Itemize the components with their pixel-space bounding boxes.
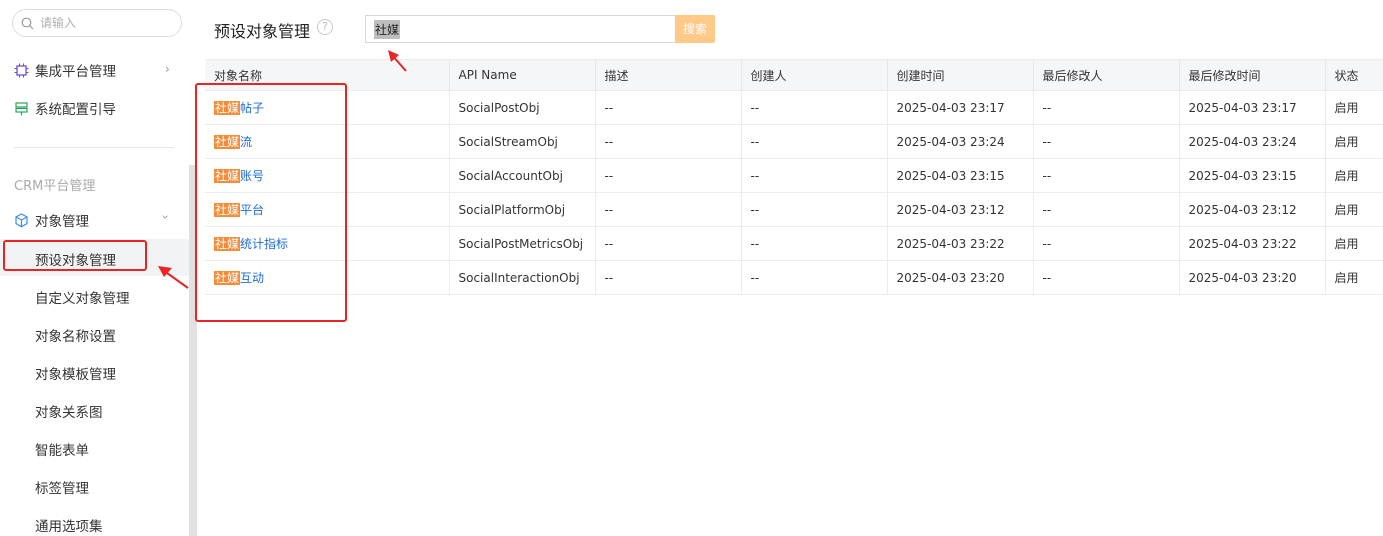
sidebar-divider	[14, 147, 174, 148]
chip-icon	[14, 63, 29, 77]
creator-cell: --	[741, 226, 888, 261]
column-header[interactable]: 创建时间	[887, 59, 1034, 91]
sidebar-search[interactable]	[12, 9, 182, 37]
description-cell: --	[595, 226, 742, 261]
description-cell: --	[595, 124, 742, 159]
api-name-cell: SocialPostObj	[449, 90, 596, 125]
description-cell: --	[595, 192, 742, 227]
status-cell: 启用	[1325, 226, 1383, 261]
creator-cell: --	[741, 124, 888, 159]
search-button[interactable]: 搜索	[675, 15, 715, 43]
status-cell: 启用	[1325, 158, 1383, 193]
description-cell: --	[595, 158, 742, 193]
creator-cell: --	[741, 192, 888, 227]
column-header[interactable]: 创建人	[741, 59, 888, 91]
modified-time-cell: 2025-04-03 23:15	[1179, 158, 1326, 193]
signpost-icon	[15, 101, 28, 115]
creator-cell: --	[741, 260, 888, 295]
table-row: 社媒帖子 SocialPostObj -- -- 2025-04-03 23:1…	[205, 90, 1383, 125]
sidebar-item-config-guide[interactable]: 系统配置引导	[14, 96, 116, 120]
modifier-cell: --	[1033, 124, 1180, 159]
sidebar-item-tags[interactable]: 标签管理	[35, 477, 89, 497]
created-time-cell: 2025-04-03 23:15	[887, 158, 1034, 193]
modified-time-cell: 2025-04-03 23:12	[1179, 192, 1326, 227]
sidebar-item-label: 系统配置引导	[35, 102, 116, 118]
sidebar-group-object-management[interactable]: 对象管理	[14, 208, 89, 232]
sidebar-item-label: 集成平台管理	[35, 64, 116, 80]
sidebar-item-custom-objects[interactable]: 自定义对象管理	[35, 287, 130, 307]
status-cell: 启用	[1325, 124, 1383, 159]
table-row: 社媒流 SocialStreamObj -- -- 2025-04-03 23:…	[205, 124, 1383, 159]
objects-table: 对象名称 API Name 描述 创建人 创建时间 最后修改人 最后修改时间 状…	[205, 59, 1383, 295]
table-row: 社媒统计指标 SocialPostMetricsObj -- -- 2025-0…	[205, 226, 1383, 261]
annotation-arrow-icon	[158, 266, 189, 289]
status-cell: 启用	[1325, 192, 1383, 227]
modifier-cell: --	[1033, 226, 1180, 261]
app-root: 集成平台管理 › 系统配置引导 CRM平台管理 对象管理 › 预设对象管理 自定…	[0, 0, 1383, 536]
annotation-box-names	[195, 83, 347, 322]
modifier-cell: --	[1033, 90, 1180, 125]
api-name-cell: SocialInteractionObj	[449, 260, 596, 295]
creator-cell: --	[741, 158, 888, 193]
modified-time-cell: 2025-04-03 23:20	[1179, 260, 1326, 295]
table-row: 社媒账号 SocialAccountObj -- -- 2025-04-03 2…	[205, 158, 1383, 193]
table-row: 社媒互动 SocialInteractionObj -- -- 2025-04-…	[205, 260, 1383, 295]
page-title: 预设对象管理	[214, 22, 311, 41]
sidebar-item-object-names[interactable]: 对象名称设置	[35, 325, 116, 345]
modified-time-cell: 2025-04-03 23:17	[1179, 90, 1326, 125]
search-icon	[21, 17, 34, 29]
chevron-down-icon[interactable]: ›	[158, 215, 172, 220]
column-header[interactable]: 描述	[595, 59, 742, 91]
created-time-cell: 2025-04-03 23:22	[887, 226, 1034, 261]
created-time-cell: 2025-04-03 23:17	[887, 90, 1034, 125]
sidebar-group-label: 对象管理	[35, 214, 89, 230]
sidebar-section-title: CRM平台管理	[14, 179, 96, 194]
search-input-value: 社媒	[374, 19, 401, 39]
sidebar-item-integration[interactable]: 集成平台管理	[14, 58, 116, 82]
sidebar-item-option-sets[interactable]: 通用选项集	[35, 515, 103, 535]
modified-time-cell: 2025-04-03 23:24	[1179, 124, 1326, 159]
column-header[interactable]: 状态	[1325, 59, 1383, 91]
annotation-box-sidebar	[3, 240, 147, 271]
sidebar-search-input[interactable]	[40, 16, 170, 30]
api-name-cell: SocialPlatformObj	[449, 192, 596, 227]
api-name-cell: SocialAccountObj	[449, 158, 596, 193]
chevron-right-icon[interactable]: ›	[165, 62, 170, 76]
annotation-arrow-icon	[388, 50, 407, 72]
column-header[interactable]: 最后修改人	[1033, 59, 1180, 91]
api-name-cell: SocialStreamObj	[449, 124, 596, 159]
modifier-cell: --	[1033, 192, 1180, 227]
modified-time-cell: 2025-04-03 23:22	[1179, 226, 1326, 261]
column-header[interactable]: 最后修改时间	[1179, 59, 1326, 91]
created-time-cell: 2025-04-03 23:20	[887, 260, 1034, 295]
description-cell: --	[595, 260, 742, 295]
help-icon[interactable]: ?	[317, 19, 333, 35]
creator-cell: --	[741, 90, 888, 125]
sidebar-item-object-templates[interactable]: 对象模板管理	[35, 363, 116, 383]
created-time-cell: 2025-04-03 23:24	[887, 124, 1034, 159]
status-cell: 启用	[1325, 260, 1383, 295]
created-time-cell: 2025-04-03 23:12	[887, 192, 1034, 227]
modifier-cell: --	[1033, 260, 1180, 295]
api-name-cell: SocialPostMetricsObj	[449, 226, 596, 261]
sidebar-item-smart-forms[interactable]: 智能表单	[35, 439, 89, 459]
status-cell: 启用	[1325, 90, 1383, 125]
search-input[interactable]: 社媒	[365, 15, 675, 43]
modifier-cell: --	[1033, 158, 1180, 193]
sidebar-item-object-relations[interactable]: 对象关系图	[35, 401, 103, 421]
description-cell: --	[595, 90, 742, 125]
column-header[interactable]: API Name	[449, 59, 596, 91]
cube-icon	[15, 212, 28, 227]
table-row: 社媒平台 SocialPlatformObj -- -- 2025-04-03 …	[205, 192, 1383, 227]
